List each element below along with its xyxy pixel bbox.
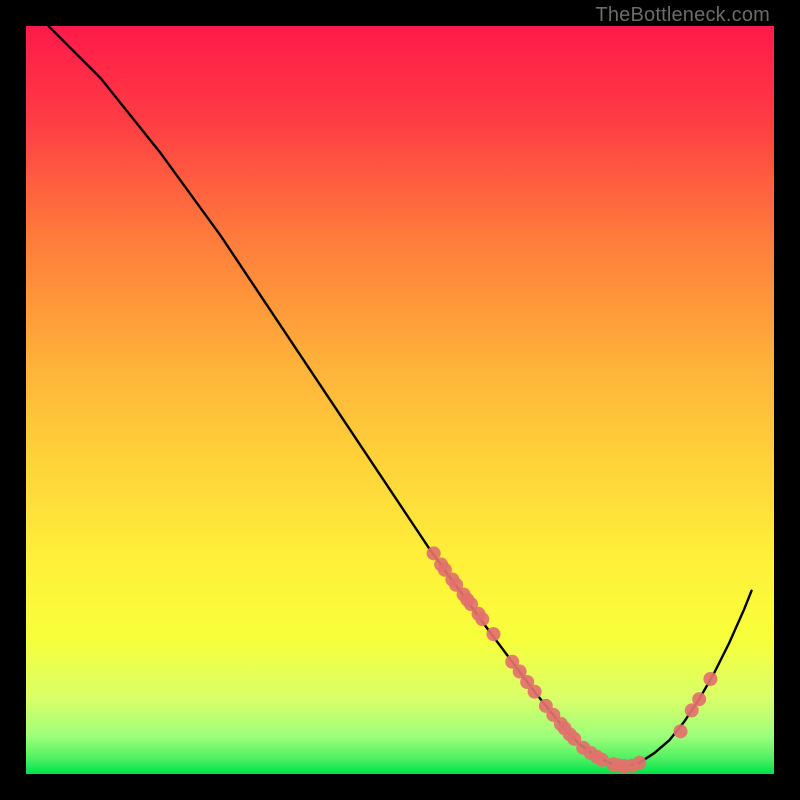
data-point xyxy=(632,756,646,770)
data-point xyxy=(674,724,688,738)
watermark-text: TheBottleneck.com xyxy=(595,4,770,27)
data-point xyxy=(475,612,489,626)
chart-svg xyxy=(26,26,774,774)
data-point xyxy=(692,692,706,706)
data-point xyxy=(487,627,501,641)
data-point xyxy=(528,685,542,699)
gradient-background xyxy=(26,26,774,774)
chart-frame xyxy=(26,26,774,774)
data-point xyxy=(703,672,717,686)
